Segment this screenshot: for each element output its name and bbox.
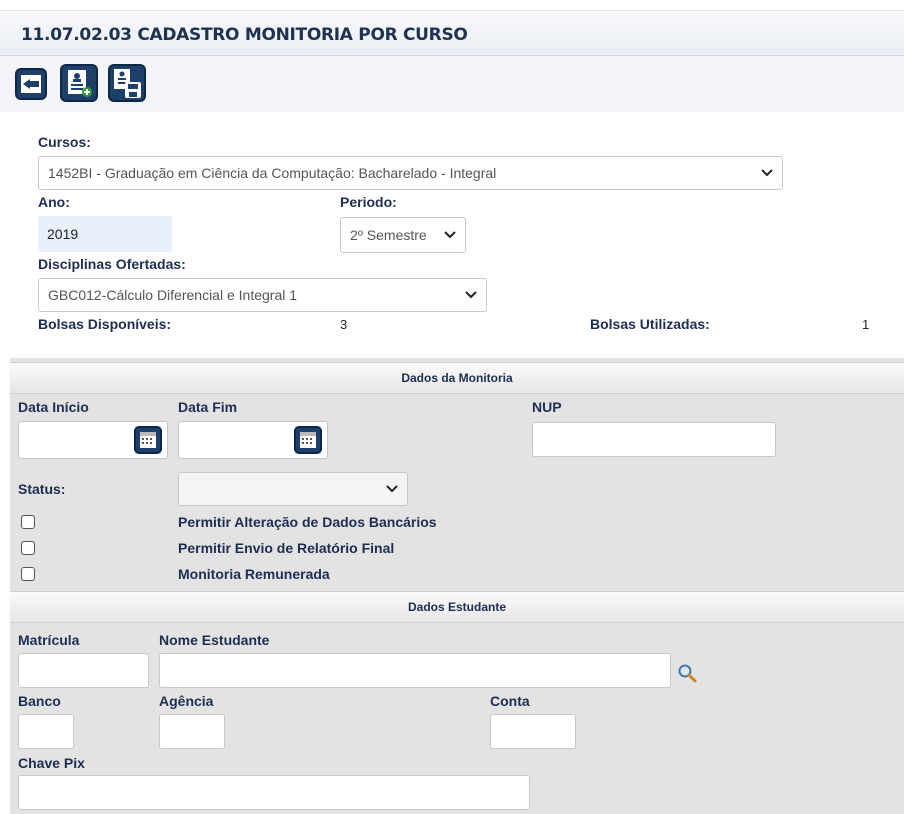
nome-estudante-input[interactable] <box>159 653 671 688</box>
chave-pix-input[interactable] <box>18 775 530 810</box>
status-select[interactable] <box>178 472 408 506</box>
section-title-estudante: Dados Estudante <box>407 600 506 614</box>
bolsas-utilizadas-label: Bolsas Utilizadas: <box>590 316 710 332</box>
conta-label: Conta <box>490 693 530 709</box>
bolsas-utilizadas-value: 1 <box>862 317 870 332</box>
checkbox-monitoria-remunerada-label: Monitoria Remunerada <box>178 566 330 582</box>
banco-label: Banco <box>18 693 61 709</box>
search-icon[interactable] <box>677 663 699 685</box>
data-fim-calendar-button[interactable] <box>294 426 322 454</box>
disciplinas-value: GBC012-Cálculo Diferencial e Integral 1 <box>48 287 298 303</box>
back-icon <box>21 75 41 93</box>
nup-input[interactable] <box>532 422 776 457</box>
periodo-select[interactable]: 2º Semestre <box>340 217 466 253</box>
checkbox-envio-relatorio-label: Permitir Envio de Relatório Final <box>178 540 395 556</box>
calendar-icon <box>140 432 156 448</box>
agencia-input[interactable] <box>159 714 225 749</box>
cursos-value: 1452BI - Graduação em Ciência da Computa… <box>48 165 497 181</box>
new-document-icon <box>68 70 92 97</box>
ano-input[interactable]: 2019 <box>38 216 172 252</box>
chave-pix-label: Chave Pix <box>18 755 85 771</box>
save-icon <box>114 69 141 98</box>
data-inicio-calendar-button[interactable] <box>134 426 162 454</box>
new-record-button[interactable] <box>60 64 98 102</box>
disciplinas-label: Disciplinas Ofertadas: <box>38 256 186 272</box>
page-title: 11.07.02.03 CADASTRO MONITORIA POR CURSO <box>21 25 468 45</box>
periodo-value: 2º Semestre <box>350 227 427 243</box>
ano-label: Ano: <box>38 194 70 210</box>
checkbox-envio-relatorio[interactable] <box>21 541 35 555</box>
section-header-monitoria: Dados da Monitoria <box>10 362 904 394</box>
save-button[interactable] <box>108 64 146 102</box>
periodo-label: Periodo: <box>340 194 397 210</box>
bolsas-disponiveis-value: 3 <box>340 317 348 332</box>
nup-label: NUP <box>532 399 562 415</box>
chevron-down-icon <box>761 169 773 177</box>
section-header-estudante: Dados Estudante <box>10 591 904 623</box>
data-inicio-label: Data Início <box>18 399 89 415</box>
banco-input[interactable] <box>18 714 74 749</box>
ano-value: 2019 <box>47 226 79 242</box>
chevron-down-icon <box>465 291 477 299</box>
matricula-label: Matrícula <box>18 632 80 648</box>
disciplinas-select[interactable]: GBC012-Cálculo Diferencial e Integral 1 <box>38 278 487 312</box>
status-label: Status: <box>18 481 66 497</box>
back-button[interactable] <box>15 68 47 100</box>
bolsas-disponiveis-label: Bolsas Disponíveis: <box>38 316 172 332</box>
checkbox-alteracao-dados[interactable] <box>21 515 35 529</box>
section-title-monitoria: Dados da Monitoria <box>401 371 513 385</box>
data-fim-label: Data Fim <box>178 399 238 415</box>
chevron-down-icon <box>386 485 398 493</box>
checkbox-alteracao-dados-label: Permitir Alteração de Dados Bancários <box>178 514 437 530</box>
conta-input[interactable] <box>490 714 576 749</box>
calendar-icon <box>300 432 316 448</box>
nome-estudante-label: Nome Estudante <box>159 632 270 648</box>
matricula-input[interactable] <box>18 653 149 688</box>
checkbox-monitoria-remunerada[interactable] <box>21 567 35 581</box>
cursos-label: Cursos: <box>38 134 91 150</box>
cursos-select[interactable]: 1452BI - Graduação em Ciência da Computa… <box>38 156 783 190</box>
agencia-label: Agência <box>159 693 214 709</box>
chevron-down-icon <box>444 231 456 239</box>
